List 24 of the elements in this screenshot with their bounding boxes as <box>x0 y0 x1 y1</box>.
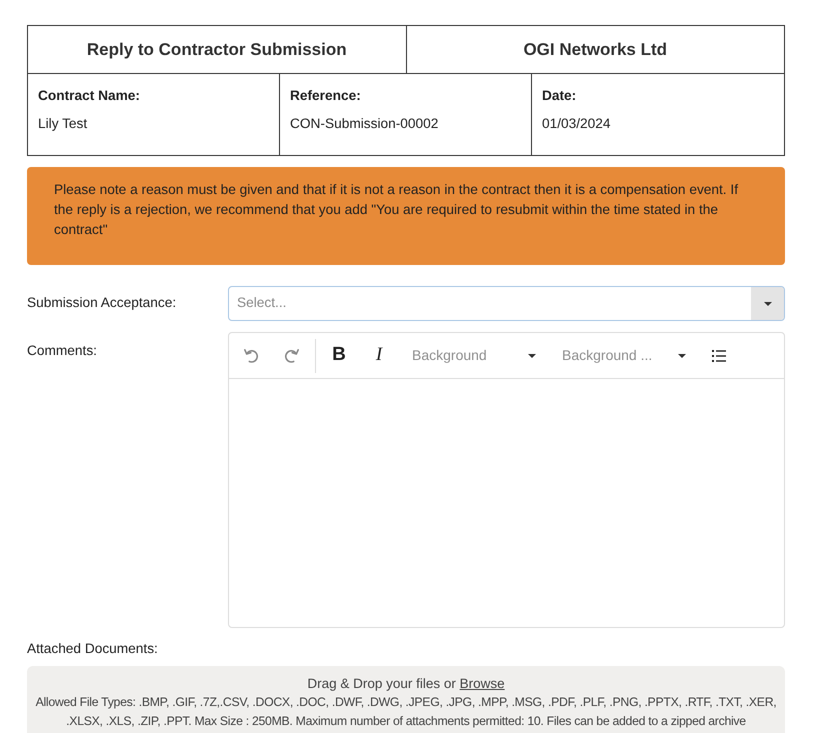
caret-icon <box>764 302 772 306</box>
italic-button[interactable]: I <box>364 340 394 370</box>
company-name: OGI Networks Ltd <box>522 38 668 61</box>
detail-label: Date: <box>542 87 578 105</box>
detail-label: Contract Name: <box>38 87 141 105</box>
allowed-file-types: Allowed File Types: .BMP, .GIF, .7Z,.CSV, .DOCX, .DOC, .DWF, .DWG, .JPEG, .JPG, .MPP, .MSG, .PDF, .PLF, .PNG, .PPTX, .RTF, .TXT, .XER, .XLSX, .XLS, .ZIP, .PPT. Max Size : 250MB. Maximum number of attachments permitted: 10. Files can be added to a zipped archive <box>34 694 778 730</box>
detail-value: 01/03/2024 <box>542 115 612 133</box>
undo-arrow-icon <box>244 348 258 362</box>
notice-banner: Please note a reason must be given and that if it is not a reason in the contract then it is a compensation event. If the reply is a rejection, we recommend that you add "You are required to resubmit within the time stated in the contract" <box>27 167 785 265</box>
form-title: Reply to Contractor Submission <box>28 26 406 73</box>
redo-arrow-icon <box>284 348 298 362</box>
bold-button[interactable]: B <box>324 340 354 370</box>
detail-value: Lily Test <box>38 115 88 133</box>
comment-editor[interactable]: B I Background Background ... <box>228 332 785 628</box>
drop-instruction: Drag & Drop your files or <box>307 676 456 691</box>
caret-icon <box>528 354 536 358</box>
field-label: Submission Acceptance: <box>27 294 178 312</box>
field-label: Comments: <box>27 342 98 360</box>
detail-value: CON-Submission-00002 <box>290 115 440 133</box>
browse-link[interactable]: Browse <box>460 676 505 691</box>
field-label: Attached Documents: <box>27 640 159 658</box>
caret-icon <box>678 354 686 358</box>
bulleted-list-icon <box>712 350 726 362</box>
detail-label: Reference: <box>290 87 362 105</box>
